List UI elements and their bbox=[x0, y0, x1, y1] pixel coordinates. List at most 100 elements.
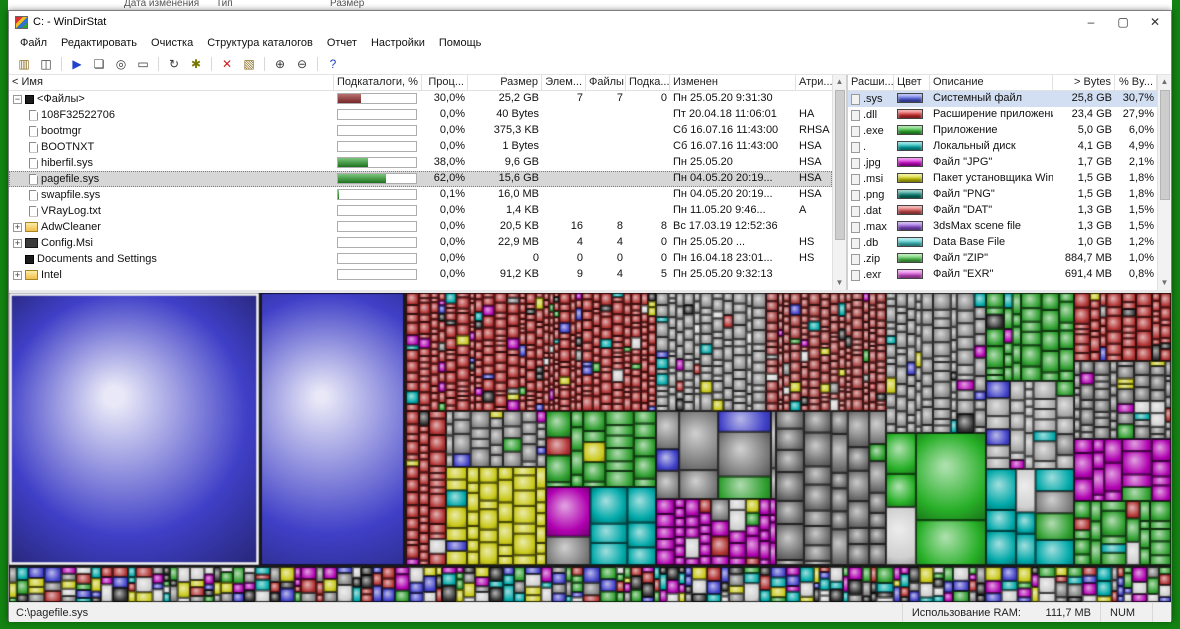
minimize-button[interactable]: – bbox=[1075, 12, 1107, 33]
percentage-bar bbox=[337, 93, 417, 104]
menu-item-помощь[interactable]: Помощь bbox=[432, 35, 489, 51]
expand-icon[interactable]: + bbox=[13, 238, 22, 248]
file-row[interactable]: + Intel 0,0% 91,2 KB 9 4 5 Пн 25.05.20 9:32:13 bbox=[9, 267, 832, 283]
extension-row[interactable]: .msi Пакет установщика Windo... 1,5 GB 1,8% bbox=[848, 171, 1157, 187]
menu-item-настройки[interactable]: Настройки bbox=[364, 35, 432, 51]
scroll-thumb[interactable] bbox=[834, 90, 845, 240]
column-header[interactable]: Описание bbox=[930, 75, 1053, 90]
file-cell: 375,3 KB bbox=[493, 124, 539, 136]
extension-row[interactable]: . Локальный диск 4,1 GB 4,9% bbox=[848, 139, 1157, 155]
scroll-thumb[interactable] bbox=[1159, 90, 1170, 200]
percentage-bar-fill bbox=[338, 174, 387, 183]
command-prompt-icon[interactable]: ▭ bbox=[133, 55, 153, 73]
file-list-scrollbar[interactable]: ▲ ▼ bbox=[832, 75, 846, 290]
file-cell bbox=[586, 187, 626, 203]
file-cell: Пн 25.05.20 bbox=[673, 156, 733, 168]
extension-row[interactable]: .exr Файл "EXR" 691,4 MB 0,8% bbox=[848, 267, 1157, 283]
column-header[interactable]: Изменен bbox=[670, 75, 796, 90]
column-header[interactable]: Атри... bbox=[796, 75, 832, 90]
column-header[interactable]: Файлы bbox=[586, 75, 626, 90]
refresh-selected-icon[interactable]: ↻ bbox=[164, 55, 184, 73]
column-header[interactable]: < Имя bbox=[9, 75, 334, 90]
expand-icon[interactable]: + bbox=[13, 222, 22, 232]
subtree-percentage-cell bbox=[334, 123, 422, 139]
file-row[interactable]: bootmgr 0,0% 375,3 KB Сб 16.07.16 11:43:00 R… bbox=[9, 123, 832, 139]
help-icon[interactable]: ? bbox=[323, 55, 343, 73]
file-cell bbox=[542, 187, 586, 203]
delete-icon[interactable]: ✕ bbox=[217, 55, 237, 73]
file-row[interactable]: + Config.Msi 0,0% 22,9 MB 4 4 0 Пн 25.05.20 ...… bbox=[9, 235, 832, 251]
file-row[interactable]: − <Файлы> 30,0% 25,2 GB 7 7 0 Пн 25.05.20 9:31:… bbox=[9, 91, 832, 107]
file-row[interactable]: 108F32522706 0,0% 40 Bytes Пт 20.04.18 11:0… bbox=[9, 107, 832, 123]
extension-row[interactable]: .dll Расширение приложения 23,4 GB 27,9% bbox=[848, 107, 1157, 123]
ext-list-scrollbar[interactable]: ▲ ▼ bbox=[1157, 75, 1171, 290]
treemap-canvas[interactable] bbox=[9, 293, 1171, 602]
file-row[interactable]: pagefile.sys 62,0% 15,6 GB Пн 04.05.20 20:1… bbox=[9, 171, 832, 187]
column-header[interactable]: Проц... bbox=[422, 75, 468, 90]
new-folder-icon[interactable]: ▧ bbox=[239, 55, 259, 73]
extension-row[interactable]: .zip Файл "ZIP" 884,7 MB 1,0% bbox=[848, 251, 1157, 267]
file-row[interactable]: swapfile.sys 0,1% 16,0 MB Пн 04.05.20 20:19… bbox=[9, 187, 832, 203]
file-cell: 7 bbox=[576, 92, 583, 104]
ext-bytes-cell: 25,8 GB bbox=[1071, 92, 1112, 104]
file-cell bbox=[586, 203, 626, 219]
column-header[interactable]: Цвет bbox=[894, 75, 930, 90]
file-row[interactable]: VRayLog.txt 0,0% 1,4 KB Пн 11.05.20 9:46...… bbox=[9, 203, 832, 219]
zoom-in-icon[interactable]: ⊕ bbox=[270, 55, 290, 73]
zoom-out-icon[interactable]: ⊖ bbox=[292, 55, 312, 73]
menu-item-отчет[interactable]: Отчет bbox=[320, 35, 364, 51]
file-row[interactable]: BOOTNXT 0,0% 1 Bytes Сб 16.07.16 11:43:00 HS… bbox=[9, 139, 832, 155]
page-icon bbox=[29, 109, 38, 121]
extension-label: .dll bbox=[863, 108, 878, 121]
maximize-button[interactable]: ▢ bbox=[1107, 12, 1139, 33]
page-icon bbox=[29, 125, 38, 137]
scroll-down-icon[interactable]: ▼ bbox=[833, 276, 847, 290]
resize-grip[interactable] bbox=[1152, 603, 1171, 622]
show-tree-icon[interactable]: ◫ bbox=[36, 55, 56, 73]
file-type-icon bbox=[851, 237, 860, 249]
file-row[interactable]: hiberfil.sys 38,0% 9,6 GB Пн 25.05.20 HSA bbox=[9, 155, 832, 171]
explorer-here-icon[interactable]: ◎ bbox=[111, 55, 131, 73]
subtree-percentage-cell bbox=[334, 91, 422, 107]
extension-row[interactable]: .exe Приложение 5,0 GB 6,0% bbox=[848, 123, 1157, 139]
scroll-up-icon[interactable]: ▲ bbox=[833, 75, 847, 89]
percentage-bar bbox=[337, 221, 417, 232]
extension-row[interactable]: .png Файл "PNG" 1,5 GB 1,8% bbox=[848, 187, 1157, 203]
extension-row[interactable]: .max 3dsMax scene file 1,3 GB 1,5% bbox=[848, 219, 1157, 235]
extension-row[interactable]: .jpg Файл "JPG" 1,7 GB 2,1% bbox=[848, 155, 1157, 171]
menu-item-редактировать[interactable]: Редактировать bbox=[54, 35, 144, 51]
copy-path-icon[interactable]: ❏ bbox=[89, 55, 109, 73]
open-folder-icon[interactable]: ▥ bbox=[14, 55, 34, 73]
column-header[interactable]: > Bytes bbox=[1053, 75, 1115, 90]
window-title: C: - WinDirStat bbox=[33, 16, 107, 28]
close-button[interactable]: ✕ bbox=[1139, 12, 1171, 33]
title-bar[interactable]: C: - WinDirStat – ▢ ✕ bbox=[9, 11, 1171, 33]
scroll-up-icon[interactable]: ▲ bbox=[1158, 75, 1172, 89]
file-name-cell: + Config.Msi bbox=[9, 235, 334, 251]
column-header[interactable]: % By... bbox=[1115, 75, 1157, 90]
column-header[interactable]: Подка... bbox=[626, 75, 670, 90]
cleanup-icon[interactable]: ✱ bbox=[186, 55, 206, 73]
expand-icon[interactable]: + bbox=[13, 270, 22, 280]
collapse-icon[interactable]: − bbox=[13, 94, 22, 104]
extension-row[interactable]: .db Data Base File 1,0 GB 1,2% bbox=[848, 235, 1157, 251]
menu-item-файл[interactable]: Файл bbox=[13, 35, 54, 51]
ext-pct-cell: 1,2% bbox=[1128, 236, 1154, 248]
scroll-down-icon[interactable]: ▼ bbox=[1158, 276, 1172, 290]
file-cell: Сб 16.07.16 11:43:00 bbox=[673, 124, 779, 136]
column-header[interactable]: Подкаталоги, % bbox=[334, 75, 422, 90]
file-row[interactable]: + AdwCleaner 0,0% 20,5 KB 16 8 8 Вс 17.03.19 12… bbox=[9, 219, 832, 235]
extension-row[interactable]: .sys Системный файл 25,8 GB 30,7% bbox=[848, 91, 1157, 107]
ext-bytes-cell: 23,4 GB bbox=[1071, 108, 1112, 120]
menu-item-очистка[interactable]: Очистка bbox=[144, 35, 200, 51]
resume-scan-icon[interactable]: ▶ bbox=[67, 55, 87, 73]
menu-item-структура каталогов[interactable]: Структура каталогов bbox=[200, 35, 320, 51]
color-swatch bbox=[897, 189, 923, 199]
file-row[interactable]: Documents and Settings 0,0% 0 0 0 0 Пн 16.04.1… bbox=[9, 251, 832, 267]
column-header[interactable]: Размер bbox=[468, 75, 542, 90]
file-cell: 0 bbox=[660, 92, 667, 104]
extension-label: .max bbox=[863, 220, 887, 233]
extension-row[interactable]: .dat Файл "DAT" 1,3 GB 1,5% bbox=[848, 203, 1157, 219]
column-header[interactable]: Элем... bbox=[542, 75, 586, 90]
column-header[interactable]: Расши... bbox=[848, 75, 894, 90]
